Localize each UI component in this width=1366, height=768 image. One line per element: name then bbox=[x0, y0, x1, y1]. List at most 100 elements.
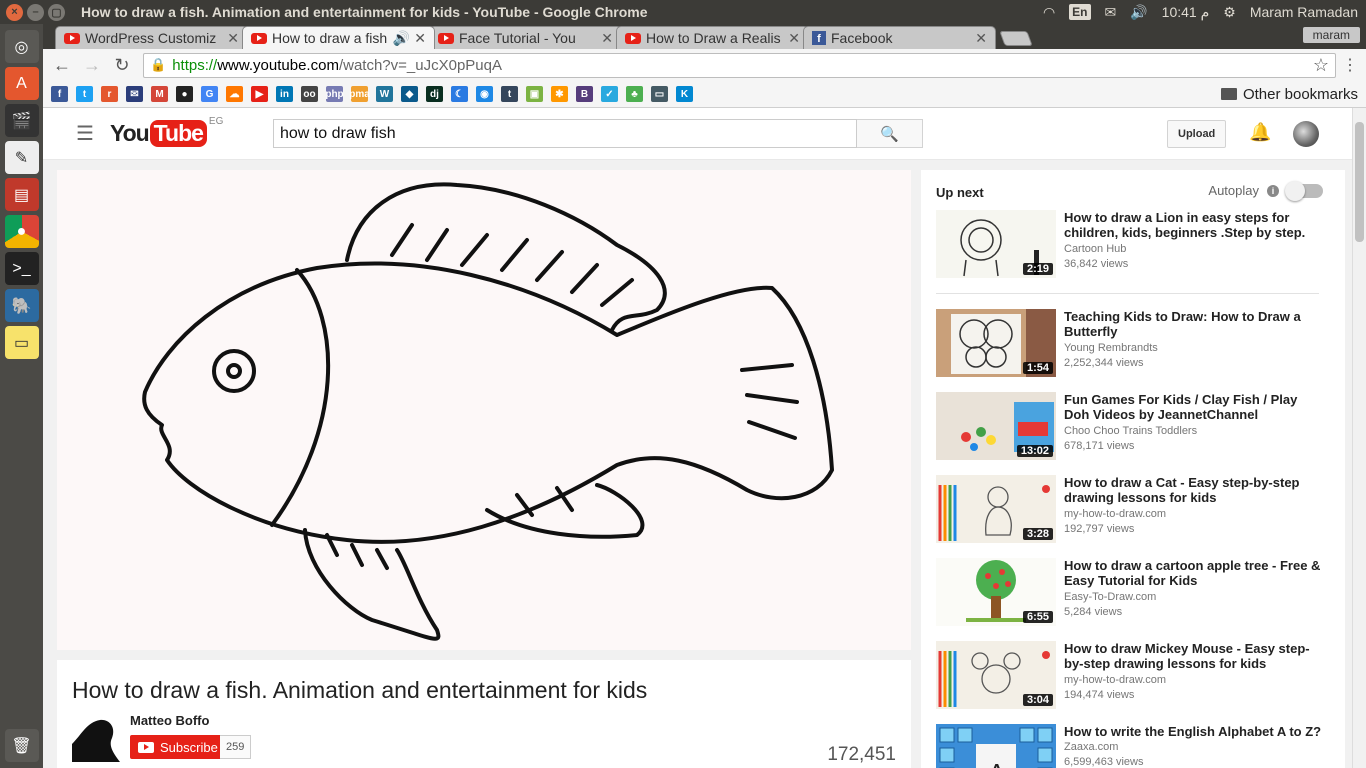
back-arrow-icon[interactable]: ← bbox=[49, 52, 75, 78]
volume-icon[interactable]: 🔊 bbox=[1130, 4, 1147, 21]
bookmark-icon[interactable]: K bbox=[676, 86, 693, 102]
video-player[interactable] bbox=[57, 170, 911, 650]
tab-facebook[interactable]: f Facebook ✕ bbox=[803, 26, 996, 49]
bookmark-star-icon[interactable]: ☆ bbox=[1313, 55, 1329, 76]
tab-how-to-draw-realistic[interactable]: How to Draw a Realis ✕ bbox=[616, 26, 809, 49]
channel-name[interactable]: Zaaxa.com bbox=[1064, 741, 1118, 753]
video-title[interactable]: How to draw a cartoon apple tree - Free … bbox=[1064, 558, 1324, 588]
video-thumbnail[interactable]: 1:54 bbox=[936, 309, 1056, 377]
channel-name[interactable]: Matteo Boffo bbox=[130, 713, 209, 728]
leaf-bookmark-icon[interactable]: ♣ bbox=[626, 86, 643, 102]
archive-icon[interactable]: ▤ bbox=[4, 178, 39, 211]
account-avatar[interactable] bbox=[1293, 121, 1319, 147]
page-scrollbar[interactable] bbox=[1352, 108, 1366, 768]
search-input[interactable] bbox=[273, 119, 857, 148]
bookmark-icon[interactable]: ◉ bbox=[476, 86, 493, 102]
clock[interactable]: 10:41 م bbox=[1162, 4, 1210, 21]
close-tab-icon[interactable]: ✕ bbox=[414, 30, 426, 47]
flickr-bookmark-icon[interactable]: oo bbox=[301, 86, 318, 102]
google-bookmark-icon[interactable]: G bbox=[201, 86, 218, 102]
channel-name[interactable]: Young Rembrandts bbox=[1064, 342, 1158, 354]
video-thumbnail[interactable]: 6:55 bbox=[936, 558, 1056, 626]
bookmark-icon[interactable]: ◆ bbox=[401, 86, 418, 102]
bookmark-icon[interactable]: ☾ bbox=[451, 86, 468, 102]
audio-playing-icon[interactable]: 🔊 bbox=[393, 30, 410, 47]
trash-icon[interactable]: 🗑 bbox=[4, 729, 39, 762]
keyboard-language[interactable]: En bbox=[1069, 4, 1091, 20]
hamburger-menu-icon[interactable]: ☰ bbox=[76, 121, 94, 146]
postgres-icon[interactable]: 🐘 bbox=[4, 289, 39, 322]
soundcloud-bookmark-icon[interactable]: ☁ bbox=[226, 86, 243, 102]
facebook-bookmark-icon[interactable]: f bbox=[51, 86, 68, 102]
reload-icon[interactable]: ↻ bbox=[109, 52, 135, 78]
recommended-video[interactable]: 1:54 Teaching Kids to Draw: How to Draw … bbox=[936, 309, 1336, 377]
gear-icon[interactable]: ⚙ bbox=[1223, 4, 1236, 21]
text-editor-icon[interactable]: ✎ bbox=[4, 141, 39, 174]
github-bookmark-icon[interactable]: ● bbox=[176, 86, 193, 102]
tab-wordpress[interactable]: WordPress Customiz ✕ bbox=[55, 26, 248, 49]
recommended-video[interactable]: 6:55 How to draw a cartoon apple tree - … bbox=[936, 558, 1336, 626]
tumblr-bookmark-icon[interactable]: t bbox=[501, 86, 518, 102]
upload-button[interactable]: Upload bbox=[1167, 120, 1227, 148]
chrome-menu-icon[interactable]: ⋮ bbox=[1340, 55, 1360, 75]
linkedin-bookmark-icon[interactable]: in bbox=[276, 86, 293, 102]
reddit-bookmark-icon[interactable]: r bbox=[101, 86, 118, 102]
youtube-bookmark-icon[interactable]: ▶ bbox=[251, 86, 268, 102]
tab-how-to-draw-fish[interactable]: How to draw a fish 🔊 ✕ bbox=[242, 26, 435, 49]
wifi-icon[interactable]: ◠ bbox=[1043, 4, 1055, 21]
video-title[interactable]: How to draw Mickey Mouse - Easy step-by-… bbox=[1064, 641, 1324, 671]
mail-bookmark-icon[interactable]: ✉ bbox=[126, 86, 143, 102]
bookmark-icon[interactable]: ✱ bbox=[551, 86, 568, 102]
youtube-logo[interactable]: You Tube EG bbox=[110, 116, 223, 147]
profile-button[interactable]: maram bbox=[1302, 27, 1360, 43]
autoplay-toggle[interactable] bbox=[1285, 180, 1323, 201]
maximize-window-icon[interactable]: ▢ bbox=[48, 3, 65, 21]
channel-name[interactable]: my-how-to-draw.com bbox=[1064, 674, 1166, 686]
video-title[interactable]: How to draw a Lion in easy steps for chi… bbox=[1064, 210, 1324, 240]
recommended-video[interactable]: 3:28 How to draw a Cat - Easy step-by-st… bbox=[936, 475, 1336, 543]
channel-name[interactable]: my-how-to-draw.com bbox=[1064, 508, 1166, 520]
notifications-bell-icon[interactable]: 🔔 bbox=[1249, 122, 1271, 143]
video-editor-icon[interactable]: 🎬 bbox=[4, 104, 39, 137]
channel-name[interactable]: Cartoon Hub bbox=[1064, 243, 1126, 255]
phpmyadmin-bookmark-icon[interactable]: pma bbox=[349, 86, 370, 102]
php-bookmark-icon[interactable]: php bbox=[325, 86, 344, 102]
close-tab-icon[interactable]: ✕ bbox=[227, 30, 239, 47]
user-name[interactable]: Maram Ramadan bbox=[1250, 4, 1358, 20]
video-title[interactable]: Fun Games For Kids / Clay Fish / Play Do… bbox=[1064, 392, 1324, 422]
info-icon[interactable]: i bbox=[1267, 184, 1279, 197]
mail-icon[interactable]: ✉ bbox=[1105, 4, 1117, 21]
sticky-notes-icon[interactable]: ▭ bbox=[4, 326, 39, 359]
close-tab-icon[interactable]: ✕ bbox=[975, 30, 987, 47]
recommended-video[interactable]: 2:19 How to draw a Lion in easy steps fo… bbox=[936, 210, 1336, 278]
dash-icon[interactable]: ◎ bbox=[4, 30, 39, 63]
close-window-icon[interactable]: × bbox=[6, 3, 23, 21]
video-thumbnail[interactable]: 3:04 bbox=[936, 641, 1056, 709]
scrollbar-thumb[interactable] bbox=[1355, 122, 1364, 242]
gmail-bookmark-icon[interactable]: M bbox=[151, 86, 168, 102]
tab-face-tutorial[interactable]: Face Tutorial - You ✕ bbox=[429, 26, 622, 49]
monitor-bookmark-icon[interactable]: ▭ bbox=[651, 86, 668, 102]
software-center-icon[interactable]: A bbox=[4, 67, 39, 100]
video-title[interactable]: Teaching Kids to Draw: How to Draw a But… bbox=[1064, 309, 1324, 339]
video-title[interactable]: How to write the English Alphabet A to Z… bbox=[1064, 724, 1324, 739]
bootstrap-bookmark-icon[interactable]: B bbox=[576, 86, 593, 102]
close-tab-icon[interactable]: ✕ bbox=[788, 30, 800, 47]
channel-name[interactable]: Choo Choo Trains Toddlers bbox=[1064, 425, 1197, 437]
close-tab-icon[interactable]: ✕ bbox=[601, 30, 613, 47]
twitter-bookmark-icon[interactable]: t bbox=[76, 86, 93, 102]
bookmark-icon[interactable]: ▣ bbox=[526, 86, 543, 102]
video-thumbnail[interactable]: A bbox=[936, 724, 1056, 768]
recommended-video[interactable]: 3:04 How to draw Mickey Mouse - Easy ste… bbox=[936, 641, 1336, 709]
recommended-video[interactable]: A How to write the English Alphabet A to… bbox=[936, 724, 1336, 768]
other-bookmarks[interactable]: Other bookmarks bbox=[1220, 86, 1366, 103]
forward-arrow-icon[interactable]: → bbox=[79, 52, 105, 78]
channel-avatar[interactable] bbox=[72, 714, 120, 762]
subscribe-button[interactable]: Subscribe bbox=[130, 735, 226, 759]
address-bar[interactable]: 🔒 https://www.youtube.com/watch?v=_uJcX0… bbox=[143, 52, 1336, 78]
video-thumbnail[interactable]: 13:02 bbox=[936, 392, 1056, 460]
bookmark-icon[interactable]: ✓ bbox=[601, 86, 618, 102]
recommended-video[interactable]: 13:02 Fun Games For Kids / Clay Fish / P… bbox=[936, 392, 1336, 460]
video-thumbnail[interactable]: 2:19 bbox=[936, 210, 1056, 278]
search-button[interactable]: 🔍 bbox=[857, 119, 923, 148]
